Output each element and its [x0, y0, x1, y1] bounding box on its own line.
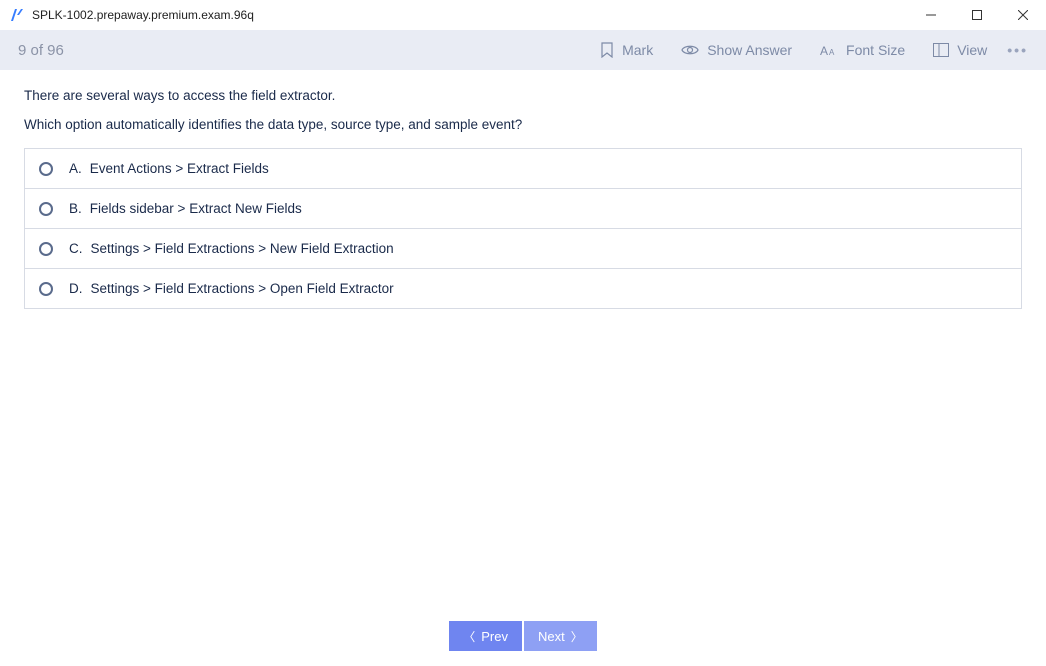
question-content: There are several ways to access the fie…	[0, 70, 1046, 616]
chevron-right-icon: 〉	[571, 628, 583, 645]
radio-icon	[39, 162, 53, 176]
options-list: A. Event Actions > Extract Fields B. Fie…	[24, 148, 1022, 309]
radio-icon	[39, 202, 53, 216]
option-b[interactable]: B. Fields sidebar > Extract New Fields	[25, 188, 1021, 228]
window-titlebar: SPLK-1002.prepaway.premium.exam.96q	[0, 0, 1046, 30]
show-answer-button[interactable]: Show Answer	[681, 42, 792, 58]
option-letter: A.	[69, 161, 82, 176]
view-button[interactable]: View	[933, 42, 987, 58]
option-text: Settings > Field Extractions > Open Fiel…	[91, 281, 394, 296]
next-label: Next	[538, 629, 565, 644]
radio-icon	[39, 282, 53, 296]
footer-nav: 〈 Prev Next 〉	[0, 616, 1046, 666]
option-letter: B.	[69, 201, 82, 216]
window-maximize-button[interactable]	[954, 0, 1000, 30]
app-icon	[8, 7, 24, 23]
option-c[interactable]: C. Settings > Field Extractions > New Fi…	[25, 228, 1021, 268]
prev-label: Prev	[481, 629, 508, 644]
mark-button[interactable]: Mark	[600, 42, 653, 58]
show-answer-label: Show Answer	[707, 42, 792, 58]
window-minimize-button[interactable]	[908, 0, 954, 30]
option-text: Settings > Field Extractions > New Field…	[91, 241, 394, 256]
window-title: SPLK-1002.prepaway.premium.exam.96q	[32, 8, 254, 22]
toolbar: 9 of 96 Mark Show Answer AA Font Size Vi…	[0, 30, 1046, 70]
layout-icon	[933, 43, 949, 57]
option-text: Fields sidebar > Extract New Fields	[90, 201, 302, 216]
svg-text:A: A	[820, 44, 828, 57]
question-line1: There are several ways to access the fie…	[24, 88, 1022, 103]
font-size-icon: AA	[820, 43, 838, 57]
window-close-button[interactable]	[1000, 0, 1046, 30]
radio-icon	[39, 242, 53, 256]
eye-icon	[681, 43, 699, 57]
font-size-button[interactable]: AA Font Size	[820, 42, 905, 58]
font-size-label: Font Size	[846, 42, 905, 58]
option-a[interactable]: A. Event Actions > Extract Fields	[25, 149, 1021, 188]
mark-label: Mark	[622, 42, 653, 58]
next-button[interactable]: Next 〉	[524, 621, 597, 651]
question-line2: Which option automatically identifies th…	[24, 117, 1022, 132]
option-letter: C.	[69, 241, 83, 256]
option-text: Event Actions > Extract Fields	[90, 161, 269, 176]
option-letter: D.	[69, 281, 83, 296]
bookmark-icon	[600, 42, 614, 58]
svg-text:A: A	[829, 48, 835, 57]
question-counter: 9 of 96	[18, 42, 64, 59]
prev-button[interactable]: 〈 Prev	[449, 621, 522, 651]
chevron-left-icon: 〈	[463, 628, 475, 645]
more-button[interactable]: •••	[1007, 42, 1028, 58]
view-label: View	[957, 42, 987, 58]
option-d[interactable]: D. Settings > Field Extractions > Open F…	[25, 268, 1021, 308]
